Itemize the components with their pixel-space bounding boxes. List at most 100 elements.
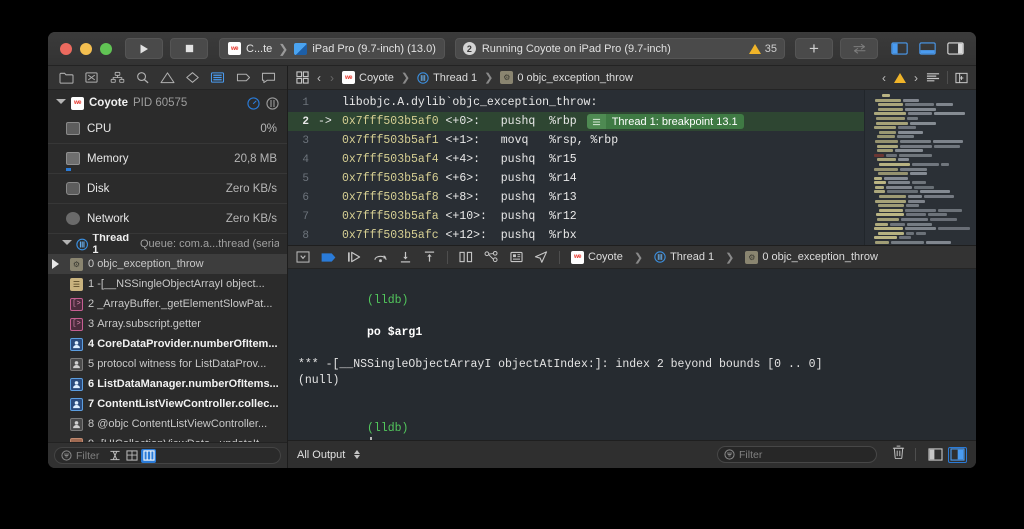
gauge-icon[interactable] [247, 97, 260, 110]
list-item[interactable]: 5 protocol witness for ListDataProv... [48, 354, 287, 374]
process-row[interactable]: we Coyote PID 60575 [48, 92, 287, 114]
minimap-line [868, 135, 973, 138]
breadcrumb-item-process[interactable]: we Coyote [342, 71, 394, 84]
list-item[interactable]: 8 @objc ContentListViewController... [48, 414, 287, 434]
toggle-debug-area-button[interactable] [915, 39, 940, 58]
clear-console-button[interactable] [892, 445, 905, 464]
minimap-segment [910, 122, 936, 125]
debug-memory-graph-button[interactable] [484, 251, 499, 263]
minimap-segment [900, 145, 932, 148]
list-item[interactable]: [> 3 Array.subscript.getter [48, 314, 287, 334]
sidebar-item-test-navigator[interactable] [184, 70, 201, 85]
gauge-row-cpu[interactable]: CPU 0% [48, 114, 287, 144]
step-out-button[interactable] [423, 251, 436, 263]
gauge-row-network[interactable]: Network Zero KB/s [48, 204, 287, 234]
minimap-line [868, 186, 973, 189]
console-filter-input[interactable]: Filter [717, 446, 877, 463]
hamburger-icon[interactable] [587, 114, 606, 129]
output-scope-label[interactable]: All Output [297, 449, 345, 461]
breadcrumb-item-thread[interactable]: Thread 1 [654, 251, 714, 263]
all-frames-icon [143, 450, 155, 461]
show-only-relevant-button[interactable] [124, 449, 139, 463]
list-item[interactable]: 6 ListDataManager.numberOfItems... [48, 374, 287, 394]
toggle-navigator-button[interactable] [887, 39, 912, 58]
minimap-segment [910, 172, 927, 175]
step-over-button[interactable] [373, 251, 388, 263]
status-badge[interactable]: Thread 1: breakpoint 13.1 [587, 114, 744, 129]
simulate-location-button[interactable] [534, 251, 548, 263]
breadcrumb-item-frame[interactable]: ⚙ 0 objc_exception_throw [745, 251, 878, 264]
breadcrumb-item-thread[interactable]: Thread 1 [417, 72, 477, 84]
stop-button[interactable] [170, 38, 208, 59]
minimap-segment [891, 241, 924, 244]
add-editor-icon[interactable] [955, 72, 968, 84]
list-item[interactable]: ⚙ 0 objc_exception_throw [48, 254, 287, 274]
minimap-icon[interactable] [926, 72, 940, 84]
activity-count-badge: 2 [463, 42, 476, 55]
breadcrumb-item-process[interactable]: we Coyote [571, 251, 623, 264]
sidebar-item-issue-navigator[interactable] [159, 70, 176, 85]
show-variables-view-button[interactable] [926, 447, 945, 463]
assembly-editor[interactable]: 1 libobjc.A.dylib`objc_exception_throw: … [288, 90, 976, 245]
previous-issue-button[interactable]: ‹ [881, 71, 887, 85]
minimize-button[interactable] [80, 43, 92, 55]
step-into-button[interactable] [399, 251, 412, 263]
list-item[interactable]: [> 2 _ArrayBuffer._getElementSlowPat... [48, 294, 287, 314]
list-item[interactable]: 4 CoreDataProvider.numberOfItem... [48, 334, 287, 354]
editor-minimap[interactable] [864, 90, 976, 245]
zoom-button[interactable] [100, 43, 112, 55]
toggle-utilities-button[interactable] [943, 39, 968, 58]
thread-row[interactable]: Thread 1 Queue: com.a...thread (serial) [48, 234, 287, 254]
deactivate-breakpoints-button[interactable] [321, 252, 336, 263]
breadcrumb-item-frame[interactable]: ⚙ 0 objc_exception_throw [500, 71, 633, 84]
debug-view-hierarchy-button[interactable] [459, 251, 473, 263]
sidebar-item-breakpoint-navigator[interactable] [235, 70, 252, 85]
divider [915, 448, 916, 461]
sidebar-item-project-navigator[interactable] [58, 70, 75, 85]
split-view-icon[interactable] [266, 97, 279, 110]
related-items-icon[interactable] [296, 71, 309, 84]
disclosure-triangle-icon[interactable] [62, 240, 72, 249]
output-scope-stepper[interactable] [354, 450, 360, 459]
warning-indicator[interactable]: 35 [749, 43, 777, 55]
gauge-row-disk[interactable]: Disk Zero KB/s [48, 174, 287, 204]
show-only-crashed-button[interactable] [107, 449, 122, 463]
console-input-line[interactable]: (lldb) [298, 405, 966, 440]
console-output[interactable]: (lldb) po $arg1 *** -[__NSSingleObjectAr… [288, 269, 976, 440]
assembly-code[interactable]: 1 libobjc.A.dylib`objc_exception_throw: … [288, 90, 864, 245]
instruction-mnemonic: pushq [501, 153, 536, 166]
minimap-segment [877, 158, 896, 161]
minimap-segment [890, 223, 905, 226]
show-console-view-button[interactable] [948, 447, 967, 463]
thread-name: Thread 1 [92, 232, 136, 256]
swift-private-icon: [> [70, 298, 83, 311]
debug-navigator-content[interactable]: we Coyote PID 60575 [48, 90, 287, 442]
sidebar-item-source-control-navigator[interactable] [83, 70, 100, 85]
sidebar-item-report-navigator[interactable] [260, 70, 277, 85]
hide-debug-area-button[interactable] [296, 251, 310, 263]
minimap-segment [899, 154, 932, 157]
list-item[interactable]: ☰ 1 -[__NSSingleObjectArrayI object... [48, 274, 287, 294]
run-button[interactable] [125, 38, 163, 59]
go-forward-button[interactable]: › [329, 71, 335, 85]
swap-editors-button[interactable] [840, 38, 878, 59]
close-button[interactable] [60, 43, 72, 55]
scheme-destination-selector[interactable]: we C...te ❯ iPad Pro (9.7-inch) (13.0) [219, 38, 445, 59]
gauge-row-memory[interactable]: Memory 20,8 MB [48, 144, 287, 174]
search-input[interactable]: Filter [54, 447, 281, 464]
sidebar-item-debug-navigator[interactable] [209, 70, 226, 85]
go-back-button[interactable]: ‹ [316, 71, 322, 85]
sidebar-item-symbol-navigator[interactable] [109, 70, 126, 85]
warning-triangle-icon[interactable] [894, 73, 906, 83]
list-item[interactable]: 7 ContentListViewController.collec... [48, 394, 287, 414]
show-all-frames-button[interactable] [141, 449, 156, 463]
environment-overrides-button[interactable] [510, 251, 523, 263]
disclosure-triangle-icon[interactable] [56, 99, 66, 108]
add-button[interactable]: + [795, 38, 833, 59]
activity-status-bar[interactable]: 2 Running Coyote on iPad Pro (9.7-inch) … [455, 38, 785, 59]
list-item[interactable]: 9 -[UICollectionViewData _updateIt... [48, 434, 287, 442]
continue-button[interactable] [347, 251, 362, 263]
minimap-line [868, 200, 973, 203]
sidebar-item-find-navigator[interactable] [134, 70, 151, 85]
next-issue-button[interactable]: › [913, 71, 919, 85]
